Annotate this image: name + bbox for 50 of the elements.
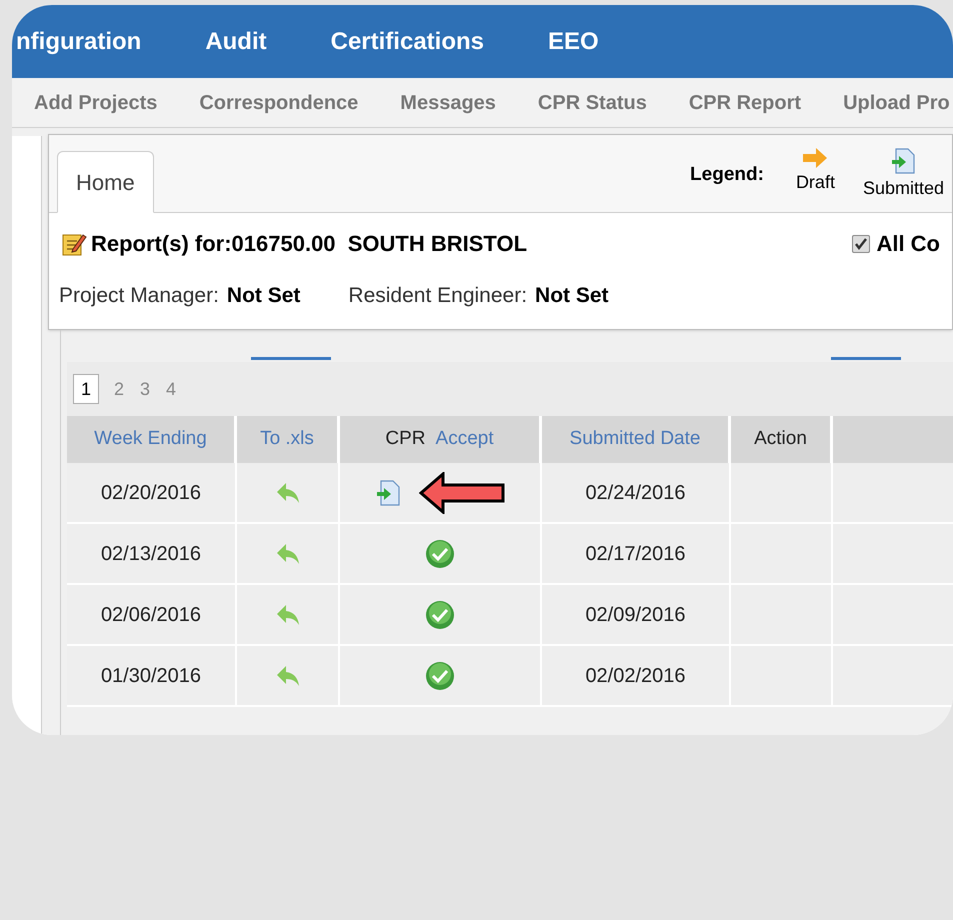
page-link[interactable]: 4 <box>165 374 178 404</box>
tab[interactable]: Home <box>57 151 154 213</box>
callout-arrow-icon <box>419 472 505 514</box>
field-value: Not Set <box>226 283 300 309</box>
nav-link[interactable]: EEO <box>548 24 599 60</box>
header-label: CPR <box>385 427 426 452</box>
page-link[interactable]: 2 <box>113 374 126 404</box>
table-cell: 01/30/2016 <box>67 646 237 705</box>
sort-link[interactable]: To .xls <box>260 425 314 454</box>
legend-item-label: Submitted <box>862 177 944 200</box>
page-link[interactable]: 1 <box>73 374 100 404</box>
submitted-document-icon <box>890 147 916 175</box>
legend-label: Legend: <box>690 163 764 187</box>
reply-arrow-icon[interactable] <box>274 480 300 504</box>
field-label: Project Manager: <box>59 283 219 309</box>
report-title: Report(s) for:016750.00 SOUTH BRISTOL <box>91 230 528 258</box>
sub-nav-link[interactable]: Add Projects <box>34 88 158 118</box>
table-cell: 02/24/2016 <box>542 463 731 522</box>
sort-link[interactable]: Submitted Date <box>570 425 700 454</box>
table-cell: 02/17/2016 <box>542 524 731 583</box>
nav-link[interactable]: Certifications <box>330 24 484 60</box>
reply-arrow-icon[interactable] <box>274 664 300 688</box>
table-cell: 02/20/2016 <box>67 463 237 522</box>
sub-nav-link[interactable]: Correspondence <box>199 88 358 118</box>
checkmark-icon <box>425 660 455 690</box>
submitted-document-icon <box>375 478 401 506</box>
table-cell: 02/06/2016 <box>67 585 237 644</box>
table-cell: 02/13/2016 <box>67 524 237 583</box>
sub-nav-link[interactable]: CPR Status <box>538 88 647 118</box>
nav-link[interactable]: nfiguration <box>16 24 142 60</box>
header-label: Action <box>754 427 807 452</box>
table-cell: 02/09/2016 <box>542 585 731 644</box>
field-label: Resident Engineer: <box>348 283 528 309</box>
sub-nav-link[interactable]: Upload Pro <box>843 88 950 118</box>
nav-link[interactable]: Audit <box>205 24 267 60</box>
legend-item-label: Draft <box>796 171 835 194</box>
page-link[interactable]: 3 <box>139 374 152 404</box>
reply-arrow-icon[interactable] <box>274 542 300 566</box>
sort-link[interactable]: Accept <box>436 425 494 454</box>
sort-link[interactable]: Week Ending <box>94 425 207 454</box>
checkbox[interactable] <box>852 234 870 252</box>
checkmark-icon <box>425 538 455 568</box>
arrow-icon <box>801 147 830 169</box>
checkbox-label: All Co <box>876 230 940 258</box>
sub-nav-link[interactable]: Messages <box>400 88 496 118</box>
sub-nav-link[interactable]: CPR Report <box>688 88 802 118</box>
field-value: Not Set <box>535 283 609 309</box>
table-cell: 02/02/2016 <box>542 646 731 705</box>
reply-arrow-icon[interactable] <box>274 602 300 626</box>
checkmark-icon <box>425 600 455 630</box>
